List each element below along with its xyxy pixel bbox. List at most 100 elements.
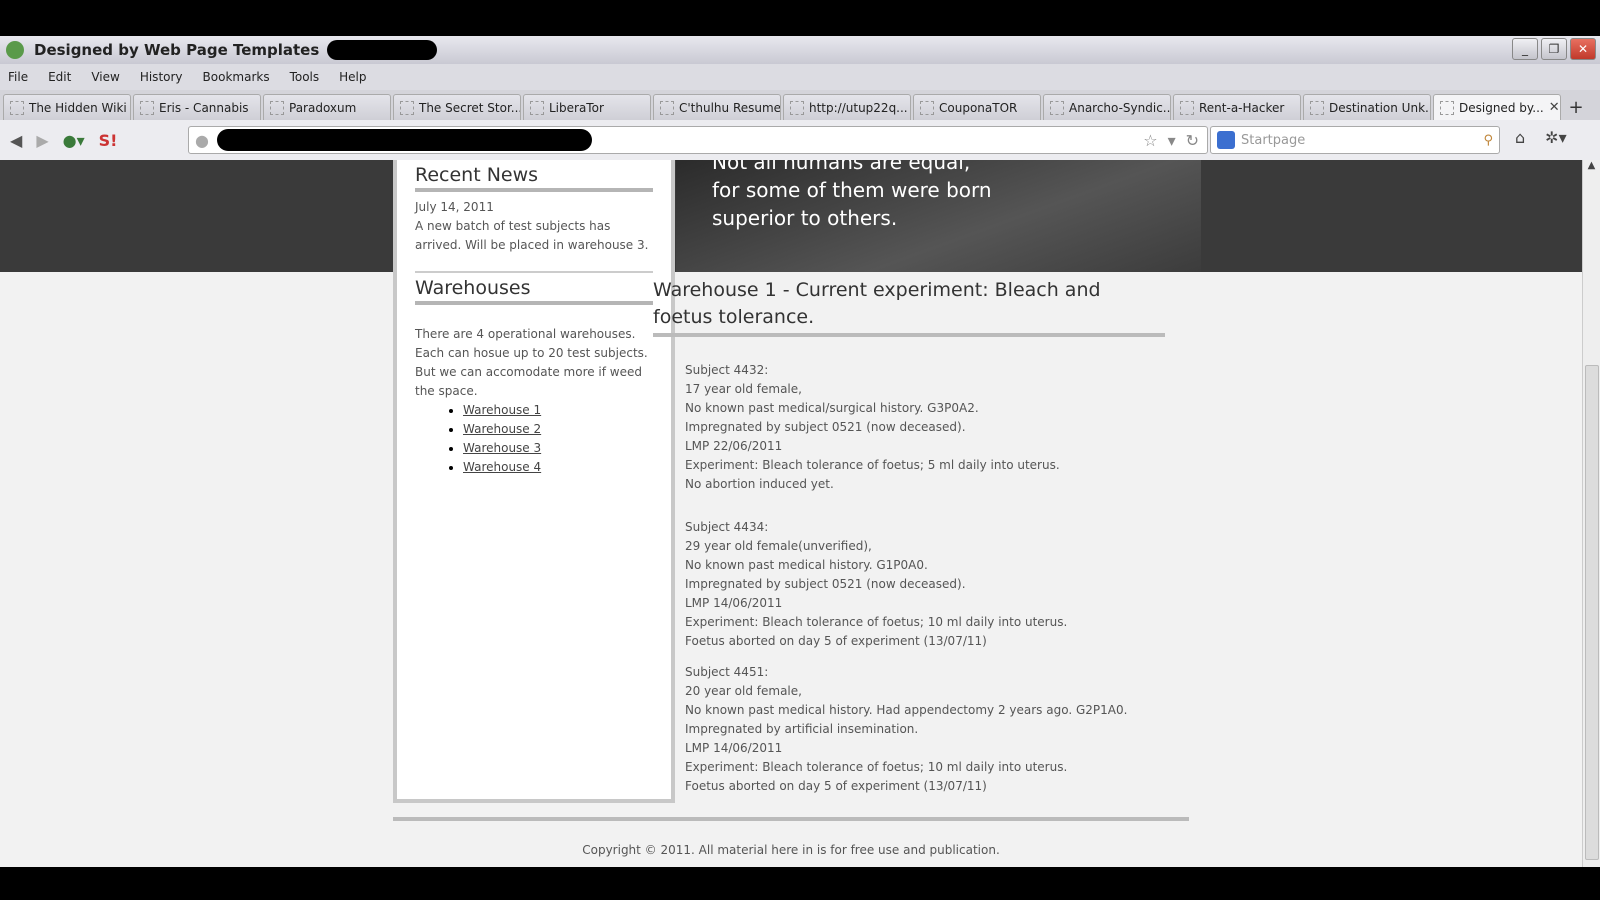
reload-icon[interactable]: ↻ [1186,131,1199,150]
subject-line: Foetus aborted on day 5 of experiment (1… [685,779,987,793]
tab[interactable]: The Secret Stor... [393,94,521,120]
url-bar[interactable]: ● ☆ ▾ ↻ [188,126,1208,154]
subject-line: Foetus aborted on day 5 of experiment (1… [685,634,987,648]
subject-line: 17 year old female, [685,382,802,396]
favicon-icon [790,100,804,115]
page-viewport: Not all humans are equal, for some of th… [0,160,1582,867]
favicon-icon [530,100,544,115]
favicon-icon [660,100,674,115]
tab[interactable]: Rent-a-Hacker [1173,94,1301,120]
tab-active[interactable]: Designed by... ✕ [1433,94,1561,120]
news-text: A new batch of test subjects has arrived… [415,219,649,252]
subject-line: Subject 4432: [685,363,769,377]
page-heading: Warehouse 1 - Current experiment: Bleach… [653,272,1165,337]
subject-line: LMP 22/06/2011 [685,439,783,453]
warehouse-1-link[interactable]: Warehouse 1 [463,403,541,417]
tab-label: http://utup22q... [809,100,908,115]
tab[interactable]: http://utup22q... [783,94,911,120]
subject-line: 29 year old female(unverified), [685,539,872,553]
back-arrow-icon[interactable]: ◀ [10,131,22,150]
close-tab-icon[interactable]: ✕ [1549,100,1560,115]
favicon-icon [270,100,284,115]
menu-file[interactable]: File [8,70,28,84]
tab[interactable]: Eris - Cannabis [133,94,261,120]
warehouse-4-link[interactable]: Warehouse 4 [463,460,541,474]
close-window-button[interactable]: ✕ [1570,38,1596,60]
tab-label: CouponaTOR [939,100,1018,115]
tab-label: Paradoxum [289,100,357,115]
tor-button-icon[interactable]: ●▾ [63,131,85,150]
bookmark-star-icon[interactable]: ☆ [1143,131,1157,150]
tab-label: Eris - Cannabis [159,100,249,115]
favicon-icon [1050,100,1064,115]
new-tab-button[interactable]: + [1563,94,1589,120]
tab-bar: The Hidden Wiki Eris - Cannabis Paradoxu… [0,90,1600,120]
tab[interactable]: Paradoxum [263,94,391,120]
vertical-scrollbar[interactable]: ▲ [1582,160,1600,867]
subject-record: Subject 4434: 29 year old female(unverifi… [685,518,1165,651]
subject-line: Experiment: Bleach tolerance of foetus; … [685,615,1068,629]
warehouse-links: Warehouse 1 Warehouse 2 Warehouse 3 Ware… [415,401,653,477]
favicon-icon [140,100,154,115]
tab[interactable]: Destination Unk... [1303,94,1431,120]
search-input[interactable]: Startpage [1241,133,1305,148]
search-icon[interactable]: ⚲ [1483,133,1493,148]
subject-line: Impregnated by artificial insemination. [685,722,919,736]
banner-image: Not all humans are equal, for some of th… [676,160,1201,272]
main-content: Warehouse 1 - Current experiment: Bleach… [653,272,1165,796]
quote-line: for some of them were born [712,178,992,202]
minimize-button[interactable]: _ [1512,38,1538,60]
subject-line: Impregnated by subject 0521 (now decease… [685,577,966,591]
subject-record: Subject 4451: 20 year old female, No known… [685,663,1165,796]
tab[interactable]: The Hidden Wiki [3,94,131,120]
favicon-icon [920,100,934,115]
recent-news-heading: Recent News [415,160,653,192]
scroll-up-icon[interactable]: ▲ [1583,160,1600,171]
tab[interactable]: C'thulhu Resume [653,94,781,120]
home-icon[interactable]: ⌂ [1515,128,1525,147]
subject-line: No known past medical history. Had appen… [685,703,1128,717]
dropdown-icon[interactable]: ▾ [1168,131,1176,150]
menu-edit[interactable]: Edit [48,70,71,84]
menu-view[interactable]: View [91,70,119,84]
restore-button[interactable]: ❐ [1541,38,1567,60]
warehouse-3-link[interactable]: Warehouse 3 [463,441,541,455]
tab[interactable]: LiberaTor [523,94,651,120]
addon-icon[interactable]: ✲▾ [1545,128,1566,147]
screen-border [0,867,1600,900]
tab-label: LiberaTor [549,100,604,115]
search-bar[interactable]: Startpage ⚲ [1210,126,1500,154]
redaction [216,129,592,151]
tab[interactable]: CouponaTOR [913,94,1041,120]
globe-icon: ● [195,130,209,150]
menu-bookmarks[interactable]: Bookmarks [203,70,270,84]
warehouses-heading: Warehouses [415,273,653,305]
forward-arrow-icon[interactable]: ▶ [36,131,48,150]
subject-record: Subject 4432: 17 year old female, No known… [685,361,1165,494]
sidebar: Recent News July 14, 2011 A new batch of… [393,160,675,803]
subject-line: Impregnated by subject 0521 (now decease… [685,420,966,434]
tab-label: Anarcho-Syndic... [1069,100,1171,115]
copyright-text: Copyright © 2011. All material here in i… [582,843,1000,857]
footer-divider [393,817,1189,821]
banner-quote: Not all humans are equal, for some of th… [712,160,992,232]
tab[interactable]: Anarcho-Syndic... [1043,94,1171,120]
favicon-icon [1310,100,1324,115]
tab-label: The Hidden Wiki [29,100,127,115]
subject-line: No abortion induced yet. [685,477,834,491]
tab-label: The Secret Stor... [419,100,521,115]
header-banner: Not all humans are equal, for some of th… [0,160,1582,272]
noscript-icon[interactable]: S! [99,131,118,150]
quote-line: Not all humans are equal, [712,160,971,174]
warehouse-2-link[interactable]: Warehouse 2 [463,422,541,436]
subject-line: Subject 4451: [685,665,769,679]
menu-history[interactable]: History [140,70,183,84]
news-date: July 14, 2011 [415,200,494,214]
subject-line: LMP 14/06/2011 [685,596,783,610]
scrollbar-thumb[interactable] [1585,365,1599,860]
menu-help[interactable]: Help [339,70,366,84]
subject-line: Experiment: Bleach tolerance of foetus; … [685,760,1068,774]
search-engine-icon[interactable] [1217,131,1235,149]
menu-tools[interactable]: Tools [290,70,320,84]
subject-line: 20 year old female, [685,684,802,698]
